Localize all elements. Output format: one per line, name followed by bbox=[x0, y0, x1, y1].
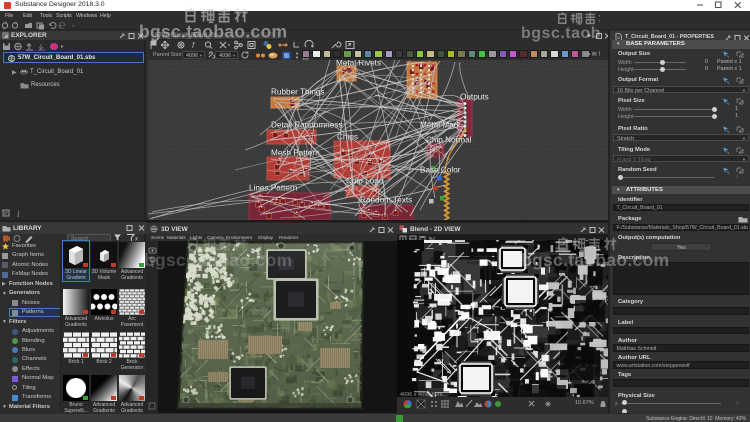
svg-text:bgsc.taobao.com: bgsc.taobao.com bbox=[139, 22, 287, 42]
svg-text:bgsc.taobao.com: bgsc.taobao.com bbox=[521, 250, 669, 270]
svg-text:bgsc.taobao.com: bgsc.taobao.com bbox=[521, 25, 660, 42]
svg-text:bgsc.taobao.com: bgsc.taobao.com bbox=[144, 250, 292, 270]
